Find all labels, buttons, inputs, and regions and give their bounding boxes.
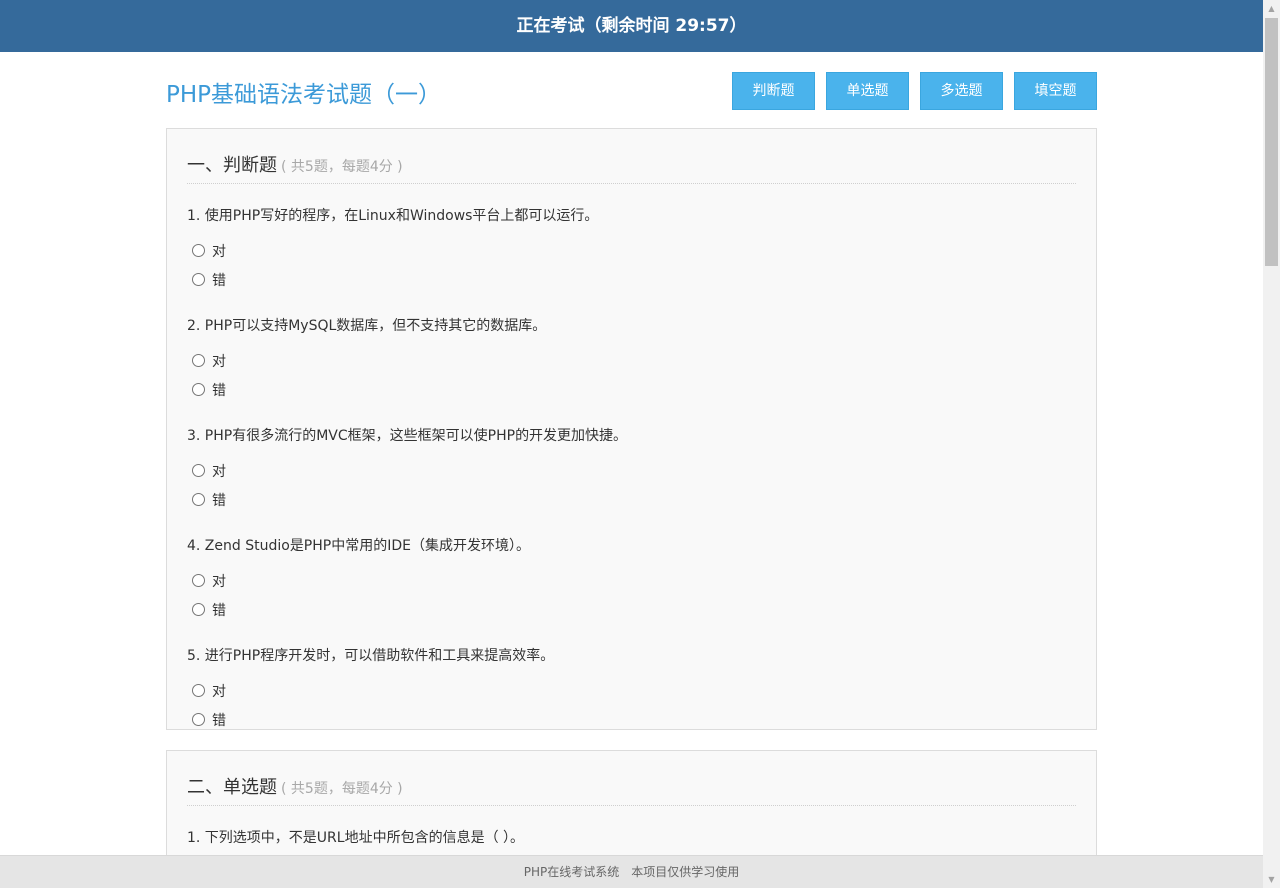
option-label: 对 <box>212 243 226 260</box>
section-note: ( 共5题，每题4分 ) <box>281 781 403 797</box>
option-label: 对 <box>212 683 226 700</box>
nav-single-choice-button[interactable]: 单选题 <box>826 72 909 110</box>
answer-option-false[interactable]: 错 <box>187 265 1076 294</box>
scrollbar-thumb[interactable] <box>1265 18 1278 266</box>
radio-button[interactable] <box>192 464 205 477</box>
exam-status-bar: 正在考试（剩余时间 29:57） <box>0 0 1263 52</box>
radio-button[interactable] <box>192 273 205 286</box>
radio-button[interactable] <box>192 713 205 726</box>
option-label: 错 <box>212 602 226 619</box>
question-item: 3. PHP有很多流行的MVC框架，这些框架可以使PHP的开发更加快捷。 对 错 <box>187 404 1076 514</box>
question-text: 1. 使用PHP写好的程序，在Linux和Windows平台上都可以运行。 <box>187 208 599 224</box>
question-item: 2. PHP可以支持MySQL数据库，但不支持其它的数据库。 对 错 <box>187 294 1076 404</box>
question-text: 4. Zend Studio是PHP中常用的IDE（集成开发环境）。 <box>187 538 530 554</box>
vertical-scrollbar[interactable]: ▲ ▼ <box>1263 0 1280 888</box>
nav-fill-blank-button[interactable]: 填空题 <box>1014 72 1097 110</box>
question-item: 5. 进行PHP程序开发时，可以借助软件和工具来提高效率。 对 错 <box>187 624 1076 734</box>
radio-button[interactable] <box>192 493 205 506</box>
section-true-false: 一、判断题( 共5题，每题4分 ) 1. 使用PHP写好的程序，在Linux和W… <box>166 128 1097 730</box>
option-label: 错 <box>212 492 226 509</box>
section-header: 二、单选题( 共5题，每题4分 ) <box>187 751 1076 806</box>
footer-notice: 本项目仅供学习使用 <box>631 865 740 879</box>
answer-option-true[interactable]: 对 <box>187 346 1076 375</box>
main-content: PHP基础语法考试题（一） 判断题 单选题 多选题 填空题 一、判断题( 共5题… <box>166 52 1097 888</box>
option-label: 错 <box>212 712 226 729</box>
answer-option-true[interactable]: 对 <box>187 676 1076 705</box>
question-item: 1. 下列选项中，不是URL地址中所包含的信息是（ ）。 <box>187 806 1076 848</box>
question-item: 4. Zend Studio是PHP中常用的IDE（集成开发环境）。 对 错 <box>187 514 1076 624</box>
radio-button[interactable] <box>192 603 205 616</box>
nav-true-false-button[interactable]: 判断题 <box>732 72 815 110</box>
section-title: 二、单选题 <box>187 777 277 798</box>
exam-status-text: 正在考试（剩余时间 29:57） <box>516 16 747 36</box>
answer-option-true[interactable]: 对 <box>187 236 1076 265</box>
option-label: 对 <box>212 573 226 590</box>
answer-option-false[interactable]: 错 <box>187 705 1076 734</box>
option-label: 错 <box>212 272 226 289</box>
question-text: 1. 下列选项中，不是URL地址中所包含的信息是（ ）。 <box>187 830 525 846</box>
page-footer: PHP在线考试系统 本项目仅供学习使用 <box>0 855 1263 888</box>
radio-button[interactable] <box>192 244 205 257</box>
option-label: 对 <box>212 353 226 370</box>
scroll-up-arrow-icon[interactable]: ▲ <box>1263 0 1280 17</box>
answer-option-false[interactable]: 错 <box>187 485 1076 514</box>
footer-system-name: PHP在线考试系统 <box>523 865 620 879</box>
answer-option-true[interactable]: 对 <box>187 456 1076 485</box>
option-label: 对 <box>212 463 226 480</box>
section-nav: 判断题 单选题 多选题 填空题 <box>732 72 1097 110</box>
question-text: 5. 进行PHP程序开发时，可以借助软件和工具来提高效率。 <box>187 648 555 664</box>
question-text: 2. PHP可以支持MySQL数据库，但不支持其它的数据库。 <box>187 318 547 334</box>
exam-header: PHP基础语法考试题（一） 判断题 单选题 多选题 填空题 <box>166 52 1097 128</box>
option-label: 错 <box>212 382 226 399</box>
exam-title: PHP基础语法考试题（一） <box>166 82 442 108</box>
section-header: 一、判断题( 共5题，每题4分 ) <box>187 129 1076 184</box>
answer-option-false[interactable]: 错 <box>187 595 1076 624</box>
scroll-down-arrow-icon[interactable]: ▼ <box>1263 871 1280 888</box>
section-title: 一、判断题 <box>187 155 277 176</box>
radio-button[interactable] <box>192 354 205 367</box>
answer-option-false[interactable]: 错 <box>187 375 1076 404</box>
question-text: 3. PHP有很多流行的MVC框架，这些框架可以使PHP的开发更加快捷。 <box>187 428 628 444</box>
radio-button[interactable] <box>192 574 205 587</box>
nav-multiple-choice-button[interactable]: 多选题 <box>920 72 1003 110</box>
answer-option-true[interactable]: 对 <box>187 566 1076 595</box>
section-note: ( 共5题，每题4分 ) <box>281 159 403 175</box>
radio-button[interactable] <box>192 684 205 697</box>
radio-button[interactable] <box>192 383 205 396</box>
question-item: 1. 使用PHP写好的程序，在Linux和Windows平台上都可以运行。 对 … <box>187 184 1076 294</box>
